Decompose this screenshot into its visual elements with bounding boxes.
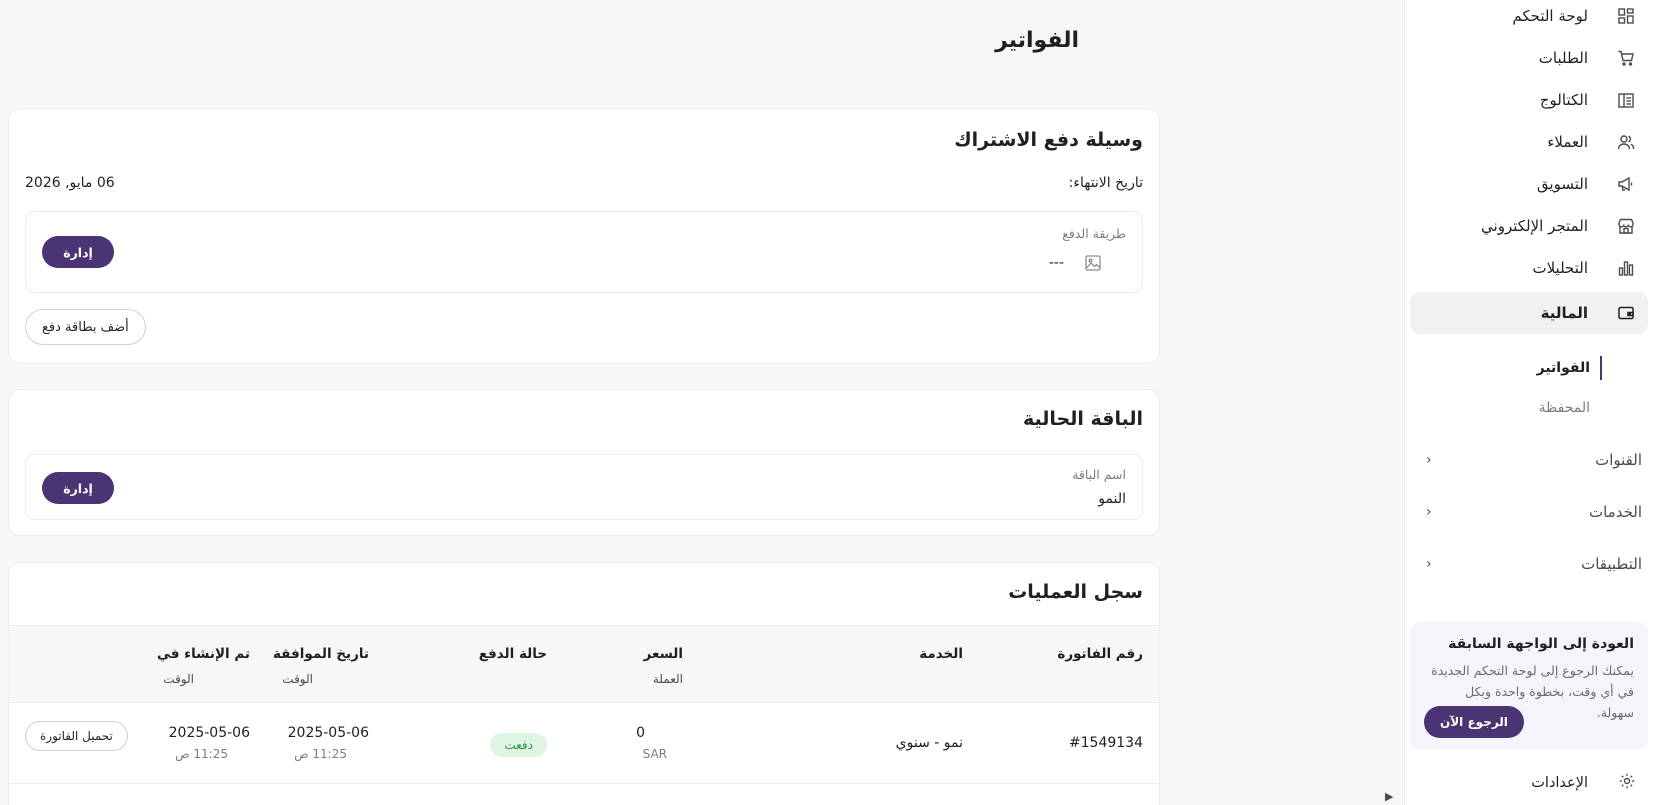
sidebar-subitem-invoices[interactable]: الفواتير [1537, 356, 1602, 380]
sidebar-item-dashboard[interactable]: لوحة التحكم [1410, 0, 1648, 36]
expiry-value: 06 مايو, 2026 [25, 175, 115, 191]
sidebar-item-customers[interactable]: العملاء [1410, 122, 1648, 162]
sidebar-item-online-store[interactable]: المتجر الإلكتروني [1410, 206, 1648, 246]
invoice-number: #1549134 [1068, 735, 1143, 751]
sidebar-group-label: القنوات [1595, 451, 1642, 469]
price-value: 0 [636, 725, 645, 741]
bar-chart-icon [1616, 258, 1636, 278]
column-header: السعر [643, 646, 683, 662]
card-title: سجل العمليات [1008, 581, 1143, 603]
column-header: الخدمة [919, 646, 963, 662]
go-back-button[interactable]: الرجوع الآن [1424, 706, 1524, 738]
cart-icon [1616, 48, 1636, 68]
table-header: رقم الفاتورة الخدمة السعر العملة حالة ال… [9, 625, 1159, 703]
column-subheader: الوقت [163, 672, 194, 686]
sidebar-item-settings[interactable]: الإعدادات [1410, 763, 1648, 803]
payment-method-box: طريقة الدفع --- إدارة [25, 211, 1143, 293]
sidebar-group-services[interactable]: الخدمات ‹ [1410, 492, 1648, 532]
sidebar-group-label: التطبيقات [1581, 555, 1642, 573]
column-header: تاريخ الموافقة [273, 646, 369, 662]
row-divider [9, 783, 1159, 784]
sidebar-item-label: المتجر الإلكتروني [1481, 217, 1588, 235]
currency-value: SAR [642, 747, 667, 761]
sidebar-group-channels[interactable]: القنوات ‹ [1410, 440, 1648, 480]
plan-name-value: النمو [1098, 491, 1126, 507]
sidebar-item-analytics[interactable]: التحليلات [1410, 248, 1648, 288]
column-subheader: العملة [652, 672, 683, 686]
approved-time: 11:25 ص [294, 747, 347, 761]
users-icon [1616, 132, 1636, 152]
sidebar-item-label: الكتالوج [1539, 91, 1588, 109]
sidebar-item-orders[interactable]: الطلبات [1410, 38, 1648, 78]
chevron-left-icon: ‹ [1426, 504, 1432, 520]
status-badge: دفعت [490, 733, 547, 757]
sidebar-item-label: الإعدادات [1531, 775, 1588, 791]
sidebar-item-label: الطلبات [1538, 49, 1588, 67]
sidebar-item-label: التحليلات [1532, 259, 1588, 277]
card-title: الباقة الحالية [1022, 408, 1143, 430]
payment-method-value: --- [1048, 255, 1064, 271]
column-header: حالة الدفع [478, 646, 547, 662]
add-payment-card-button[interactable]: أضف بطاقة دفع [25, 309, 146, 345]
payment-method-label: طريقة الدفع [1062, 226, 1126, 241]
expiry-label: تاريخ الانتهاء: [1068, 175, 1143, 191]
sidebar: لوحة التحكم الطلبات الكتالوج العملاء الت… [1404, 0, 1654, 805]
sidebar-group-label: الخدمات [1588, 503, 1642, 521]
operations-history-card: سجل العمليات رقم الفاتورة الخدمة السعر ا… [8, 562, 1160, 805]
manage-payment-button[interactable]: إدارة [42, 236, 114, 268]
chevron-left-icon: ‹ [1426, 452, 1432, 468]
sidebar-item-finance[interactable]: المالية [1410, 292, 1648, 334]
sidebar-item-label: المالية [1540, 304, 1588, 322]
page-title: الفواتير [995, 28, 1079, 53]
legacy-ui-promo: العودة إلى الواجهة السابقة يمكنك الرجوع … [1410, 622, 1648, 750]
wallet-icon [1616, 303, 1636, 323]
sidebar-item-label: العملاء [1547, 133, 1588, 151]
image-placeholder-icon [1084, 254, 1102, 272]
column-header: تم الإنشاء في [156, 646, 250, 662]
plan-box: اسم الباقة النمو إدارة [25, 454, 1143, 520]
payment-method-card: وسيلة دفع الاشتراك تاريخ الانتهاء: 06 ما… [8, 108, 1160, 364]
gear-icon [1618, 772, 1636, 794]
megaphone-icon [1616, 174, 1636, 194]
sidebar-item-marketing[interactable]: التسويق [1410, 164, 1648, 204]
grid-icon [1616, 6, 1636, 26]
plan-name-label: اسم الباقة [1072, 467, 1126, 482]
service-name: نمو - سنوي [895, 735, 963, 751]
sidebar-item-label: لوحة التحكم [1512, 7, 1588, 25]
store-icon [1616, 216, 1636, 236]
manage-plan-button[interactable]: إدارة [42, 472, 114, 504]
sidebar-item-catalog[interactable]: الكتالوج [1410, 80, 1648, 120]
catalog-icon [1616, 90, 1636, 110]
approved-date: 2025-05-06 [287, 725, 369, 741]
column-subheader: الوقت [282, 672, 313, 686]
play-arrow-icon[interactable]: ▶ [1385, 790, 1393, 803]
promo-title: العودة إلى الواجهة السابقة [1448, 636, 1634, 652]
current-plan-card: الباقة الحالية اسم الباقة النمو إدارة [8, 389, 1160, 536]
sidebar-group-apps[interactable]: التطبيقات ‹ [1410, 544, 1648, 584]
card-title: وسيلة دفع الاشتراك [954, 129, 1143, 151]
sidebar-item-label: التسويق [1536, 175, 1588, 193]
column-header: رقم الفاتورة [1057, 646, 1143, 662]
download-invoice-button[interactable]: تحميل الفاتورة [25, 721, 128, 751]
created-date: 2025-05-06 [168, 725, 250, 741]
created-time: 11:25 ص [175, 747, 228, 761]
chevron-left-icon: ‹ [1426, 556, 1432, 572]
sidebar-subitem-wallet[interactable]: المحفظة [1539, 396, 1602, 420]
